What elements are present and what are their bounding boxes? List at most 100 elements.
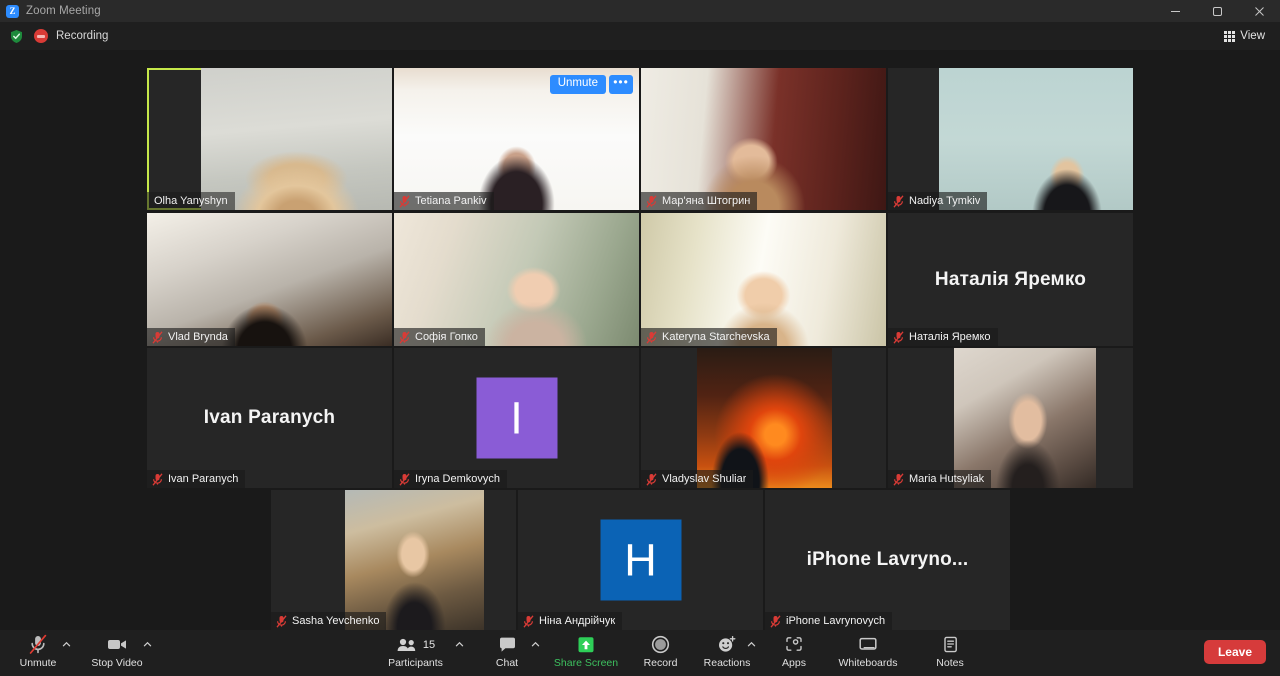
participant-tile[interactable]: Наталія Яремко Наталія Яремко bbox=[888, 213, 1133, 346]
participant-avatar: H bbox=[600, 519, 681, 601]
participant-name: Olha Yanyshyn bbox=[154, 195, 228, 207]
participant-name: Kateryna Starchevska bbox=[662, 331, 770, 343]
video-options-caret-icon[interactable] bbox=[143, 640, 152, 649]
zoom-logo-icon: Z bbox=[6, 4, 19, 18]
participant-nameplate: Kateryna Starchevska bbox=[641, 328, 777, 346]
participant-tile[interactable]: Maria Hutsyliak bbox=[888, 348, 1133, 488]
participant-tile[interactable]: H Ніна Андрійчук bbox=[518, 490, 763, 630]
video-gallery: Olha Yanyshyn Unmute ••• Tetiana Pankiv Мар'… bbox=[0, 50, 1280, 630]
participant-tile[interactable]: Unmute ••• Tetiana Pankiv bbox=[394, 68, 639, 210]
participant-nameplate: Наталія Яремко bbox=[888, 328, 998, 346]
chat-label: Chat bbox=[495, 657, 519, 669]
view-label: View bbox=[1240, 30, 1265, 42]
participant-nameplate: Tetiana Pankiv bbox=[394, 192, 494, 210]
participant-video bbox=[888, 68, 1133, 210]
chat-bubble-icon bbox=[498, 634, 517, 655]
participant-nameplate: Olha Yanyshyn bbox=[147, 192, 235, 210]
participant-name: Мар'яна Штогрин bbox=[662, 195, 751, 207]
maximize-icon[interactable] bbox=[1196, 0, 1238, 22]
window-controls bbox=[1154, 0, 1280, 22]
leave-button[interactable]: Leave bbox=[1203, 640, 1266, 664]
participant-name: Ivan Paranych bbox=[168, 473, 239, 485]
microphone-muted-icon bbox=[28, 634, 48, 655]
chat-button[interactable]: Chat bbox=[486, 633, 528, 674]
participant-name: Софія Гопко bbox=[415, 331, 478, 343]
participant-tile[interactable]: Sasha Yevchenko bbox=[271, 490, 516, 630]
participant-nameplate: Maria Hutsyliak bbox=[888, 470, 992, 488]
participant-name: Vladyslav Shuliar bbox=[662, 473, 747, 485]
participant-tile[interactable]: I Iryna Demkovych bbox=[394, 348, 639, 488]
participant-name: iPhone Lavrynovych bbox=[786, 615, 886, 627]
participant-tile[interactable]: Olha Yanyshyn bbox=[147, 68, 392, 210]
participant-tile[interactable]: Ivan Paranych Ivan Paranych bbox=[147, 348, 392, 488]
participants-count: 15 bbox=[422, 638, 436, 651]
mute-options-caret-icon[interactable] bbox=[62, 640, 71, 649]
notes-button[interactable]: Notes bbox=[925, 633, 975, 674]
close-icon[interactable] bbox=[1238, 0, 1280, 22]
notes-icon bbox=[941, 634, 960, 655]
participant-nameplate: Мар'яна Штогрин bbox=[641, 192, 758, 210]
participant-tile[interactable]: Софія Гопко bbox=[394, 213, 639, 346]
mic-muted-icon bbox=[152, 472, 163, 486]
tile-hover-controls: Unmute ••• bbox=[549, 75, 633, 94]
participant-nameplate: iPhone Lavrynovych bbox=[765, 612, 893, 630]
participant-nameplate: Ivan Paranych bbox=[147, 470, 246, 488]
reactions-caret-icon[interactable] bbox=[747, 640, 756, 649]
participant-nameplate: Софія Гопко bbox=[394, 328, 485, 346]
participant-video bbox=[147, 213, 392, 346]
participants-caret-icon[interactable] bbox=[455, 640, 464, 649]
participant-tile[interactable]: Nadiya Tymkiv bbox=[888, 68, 1133, 210]
recording-indicator[interactable]: Recording bbox=[34, 29, 108, 43]
whiteboards-label: Whiteboards bbox=[838, 657, 898, 669]
participant-name: Maria Hutsyliak bbox=[909, 473, 985, 485]
mic-muted-icon bbox=[646, 330, 657, 344]
participant-name: Sasha Yevchenko bbox=[292, 615, 380, 627]
record-label: Record bbox=[643, 657, 678, 669]
participant-tile[interactable]: iPhone Lavryno... iPhone Lavrynovych bbox=[765, 490, 1010, 630]
green-shield-icon[interactable] bbox=[9, 29, 24, 44]
apps-button[interactable]: Apps bbox=[772, 633, 816, 674]
reactions-label: Reactions bbox=[703, 657, 751, 669]
participant-display-name: Ivan Paranych bbox=[203, 407, 336, 428]
participants-icon: 15 bbox=[396, 634, 435, 655]
view-button[interactable]: View bbox=[1219, 26, 1270, 46]
window-title: Zoom Meeting bbox=[26, 5, 101, 17]
minimize-icon[interactable] bbox=[1154, 0, 1196, 22]
share-screen-icon bbox=[575, 634, 597, 655]
participant-tile[interactable]: Vladyslav Shuliar bbox=[641, 348, 886, 488]
participant-video bbox=[271, 490, 516, 630]
participants-button[interactable]: 15 Participants bbox=[384, 633, 447, 674]
record-button[interactable]: Record bbox=[638, 633, 683, 674]
stop-video-button[interactable]: Stop Video bbox=[86, 633, 148, 674]
participant-video bbox=[641, 348, 886, 488]
chat-caret-icon[interactable] bbox=[531, 640, 540, 649]
participant-name: Ніна Андрійчук bbox=[539, 615, 616, 627]
whiteboard-icon bbox=[857, 634, 879, 655]
participant-video bbox=[394, 213, 639, 346]
mic-muted-icon bbox=[152, 330, 163, 344]
tile-unmute-button[interactable]: Unmute bbox=[549, 75, 606, 94]
whiteboards-button[interactable]: Whiteboards bbox=[832, 633, 904, 674]
participant-tile[interactable]: Kateryna Starchevska bbox=[641, 213, 886, 346]
recording-label: Recording bbox=[56, 30, 109, 42]
share-screen-button[interactable]: Share Screen bbox=[549, 633, 623, 674]
participant-name: Наталія Яремко bbox=[909, 331, 991, 343]
participant-nameplate: Vlad Brynda bbox=[147, 328, 235, 346]
participant-tile[interactable]: Мар'яна Штогрин bbox=[641, 68, 886, 210]
mute-button[interactable]: Unmute bbox=[14, 633, 62, 674]
mic-muted-icon bbox=[893, 330, 904, 344]
mic-muted-icon bbox=[399, 472, 410, 486]
record-circle-icon bbox=[651, 634, 670, 655]
apps-icon bbox=[784, 634, 804, 655]
tile-more-options-button[interactable]: ••• bbox=[609, 75, 633, 94]
participant-nameplate: Sasha Yevchenko bbox=[271, 612, 387, 630]
participant-nameplate: Vladyslav Shuliar bbox=[641, 470, 754, 488]
participant-tile[interactable]: Vlad Brynda bbox=[147, 213, 392, 346]
participant-video bbox=[888, 348, 1133, 488]
mic-muted-icon bbox=[646, 472, 657, 486]
mic-muted-icon bbox=[893, 472, 904, 486]
mute-label: Unmute bbox=[19, 657, 57, 669]
mic-muted-icon bbox=[523, 614, 534, 628]
recording-dot-icon bbox=[34, 29, 48, 43]
share-screen-label: Share Screen bbox=[553, 657, 619, 669]
